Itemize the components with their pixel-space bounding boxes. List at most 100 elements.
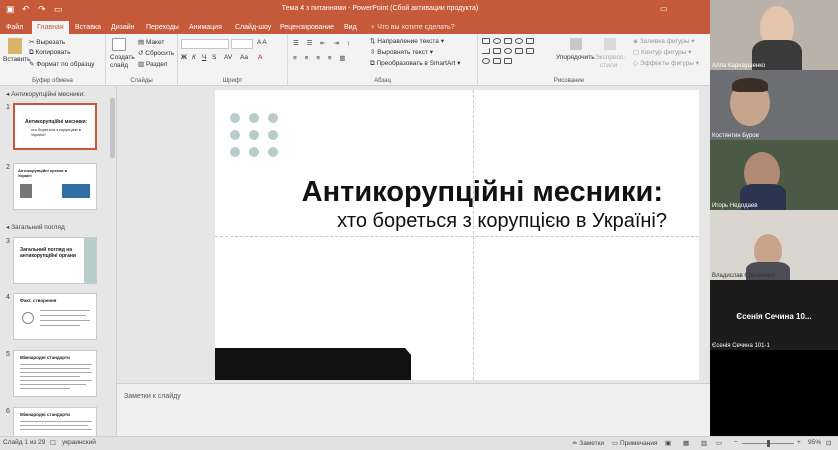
slide-thumbnail-2[interactable]: Антикорупційні органи в Україні xyxy=(13,163,97,210)
comments-toggle[interactable]: ▭ Примечания xyxy=(612,439,657,447)
change-case-icon[interactable]: Aa xyxy=(240,54,248,61)
shape-star-icon[interactable] xyxy=(493,58,501,64)
slide-thumbnail-6[interactable]: Міжнародні стандарти xyxy=(13,407,97,436)
shape-ellipse-icon[interactable] xyxy=(504,48,512,54)
decorative-dot xyxy=(268,130,278,140)
font-name-select[interactable] xyxy=(181,39,229,49)
shape-bracket-icon[interactable] xyxy=(504,58,512,64)
participant-video-2[interactable]: Костянтин Буров xyxy=(710,70,838,140)
participant-video-3[interactable]: Игорь Недодаев xyxy=(710,140,838,210)
slide-number: 4 xyxy=(6,294,10,301)
arrange-button[interactable]: Упорядочить xyxy=(556,54,595,61)
copy-button[interactable]: ⧉ Копировать xyxy=(29,49,70,57)
list-buttons[interactable]: ☰ ☰ ⇤ ⇥ ↕ xyxy=(293,39,353,47)
bold-button[interactable]: Ж xyxy=(181,54,187,61)
shape-triangle-icon[interactable] xyxy=(526,48,534,54)
shape-line-icon[interactable] xyxy=(482,48,490,54)
shape-arrow-icon[interactable] xyxy=(493,48,501,54)
quick-styles-button[interactable]: Экспресс- xyxy=(595,54,625,61)
layout-button[interactable]: ▤ Макет xyxy=(138,38,164,46)
undo-icon[interactable]: ↶ xyxy=(22,4,30,15)
new-slide-button-line2[interactable]: слайд xyxy=(110,62,128,69)
thumbnails-scrollbar[interactable] xyxy=(110,98,115,158)
shape-circle-icon[interactable] xyxy=(515,38,523,44)
font-color-icon[interactable]: A xyxy=(258,54,262,61)
text-direction-button[interactable]: ⇅ Направление текста ▾ xyxy=(370,37,444,45)
tab-animations[interactable]: Анимация xyxy=(189,21,222,34)
tell-me-search[interactable]: ♀ Что вы хотите сделать? xyxy=(370,21,455,34)
save-icon[interactable]: ▣ xyxy=(6,4,15,15)
smartart-button[interactable]: ⧉ Преобразовать в SmartArt ▾ xyxy=(370,59,460,68)
tab-slideshow[interactable]: Слайд-шоу xyxy=(235,21,271,34)
participant-name: Єсенія Сечина 101-1 xyxy=(712,343,770,349)
shape-effects-button[interactable]: ◇ Эффекты фигуры ▾ xyxy=(633,59,699,67)
participant-video-4[interactable]: Владислав Єрьоменко xyxy=(710,210,838,280)
paragraph-group: ☰ ☰ ⇤ ⇥ ↕ ≡ ≡ ≡ ≡ ▥ ⇅ Направление текста… xyxy=(288,34,478,85)
thumb-title: Антикорупційні месники: xyxy=(25,119,88,125)
shape-outline-button[interactable]: ▢ Контур фигуры ▾ xyxy=(633,48,691,56)
tab-design[interactable]: Дизайн xyxy=(111,21,135,34)
normal-view-icon[interactable]: ▣ xyxy=(665,439,671,447)
slide-number: 2 xyxy=(6,164,10,171)
underline-button[interactable]: Ч xyxy=(202,54,206,61)
paste-button[interactable]: Вставить xyxy=(3,56,31,63)
tab-review[interactable]: Рецензирование xyxy=(280,21,334,34)
participant-video-1[interactable]: Алла Карнаушенко xyxy=(710,0,838,70)
slide-title[interactable]: Антикорупційні месники: xyxy=(215,176,699,209)
section-header[interactable]: ◂ Антикорупційні месники: xyxy=(6,90,85,98)
strikethrough-button[interactable]: S xyxy=(212,54,216,61)
tab-home[interactable]: Главная xyxy=(32,21,69,34)
italic-button[interactable]: К xyxy=(192,54,196,61)
shape-rect-icon[interactable] xyxy=(482,38,490,44)
reset-button[interactable]: ↺ Сбросить xyxy=(138,49,174,57)
slide-thumbnail-3[interactable]: Загальний погляд на антикорупційні орган… xyxy=(13,237,97,284)
new-slide-button[interactable]: Создать xyxy=(110,54,135,61)
shape-box-icon[interactable] xyxy=(526,38,534,44)
participant-video-5[interactable]: Єсенія Сечина 10... Єсенія Сечина 101-1 xyxy=(710,280,838,350)
tab-transitions[interactable]: Переходы xyxy=(146,21,179,34)
slideshow-view-icon[interactable]: ▭ xyxy=(716,439,722,447)
format-painter-button[interactable]: ✎ Формат по образцу xyxy=(29,60,95,68)
quick-styles-button-line2[interactable]: стили xyxy=(600,62,617,69)
shape-curve-icon[interactable] xyxy=(482,58,490,64)
reading-view-icon[interactable]: ▥ xyxy=(701,439,707,447)
zoom-out-icon[interactable]: − xyxy=(734,439,738,446)
fit-slide-icon[interactable]: ⊡ xyxy=(826,439,831,447)
slide-thumbnail-4[interactable]: Факт. створення xyxy=(13,293,97,340)
shape-square-icon[interactable] xyxy=(515,48,523,54)
language-status[interactable]: украинский xyxy=(62,439,96,446)
font-size-select[interactable] xyxy=(231,39,253,49)
zoom-in-icon[interactable]: + xyxy=(797,439,801,446)
clipboard-label: Буфер обмена xyxy=(32,78,73,84)
tab-file[interactable]: Файл xyxy=(6,21,23,34)
zoom-slider-thumb[interactable] xyxy=(767,440,770,447)
shape-fill-button[interactable]: ◈ Заливка фигуры ▾ xyxy=(633,37,695,45)
slide-thumbnail-5[interactable]: Міжнародні стандарти xyxy=(13,350,97,397)
redo-icon[interactable]: ↷ xyxy=(38,4,46,15)
char-spacing-icon[interactable]: AV xyxy=(224,54,232,61)
font-grow-icon[interactable]: A A xyxy=(257,39,267,46)
slideshow-icon[interactable]: ▭ xyxy=(54,4,63,15)
shape-oval-icon[interactable] xyxy=(493,38,501,44)
notes-toggle[interactable]: ≐ Заметки xyxy=(572,439,604,447)
slide-canvas[interactable]: Антикорупційні месники: хто бореться з к… xyxy=(215,90,699,380)
notes-pane[interactable]: Заметки к слайду xyxy=(117,383,710,436)
zoom-level[interactable]: 95% xyxy=(808,439,821,446)
section-button[interactable]: ▥ Раздел xyxy=(138,60,167,68)
tab-insert[interactable]: Вставка xyxy=(75,21,101,34)
section-header[interactable]: ◂ Загальний погляд xyxy=(6,223,65,231)
slide-sorter-icon[interactable]: ▦ xyxy=(683,439,689,447)
tab-view[interactable]: Вид xyxy=(344,21,357,34)
paste-icon xyxy=(8,38,22,54)
align-text-button[interactable]: ⇳ Выровнять текст ▾ xyxy=(370,48,433,56)
cut-button[interactable]: ✂ Вырезать xyxy=(29,38,65,46)
drawing-group: Упорядочить Экспресс- стили ◈ Заливка фи… xyxy=(478,34,710,85)
shape-rounded-icon[interactable] xyxy=(504,38,512,44)
thumb-subtitle: хто бореться з корупцією в Україні? xyxy=(31,127,81,137)
video-panel-empty xyxy=(710,350,838,436)
slide-thumbnail-1[interactable]: Антикорупційні месники: хто бореться з к… xyxy=(13,103,97,150)
spellcheck-icon[interactable]: ☐ xyxy=(50,439,56,447)
slide-subtitle[interactable]: хто бореться з корупцією в Україні? xyxy=(215,210,699,233)
ribbon-options-icon[interactable]: ▭ xyxy=(660,4,668,13)
align-buttons[interactable]: ≡ ≡ ≡ ≡ ▥ xyxy=(293,54,349,62)
